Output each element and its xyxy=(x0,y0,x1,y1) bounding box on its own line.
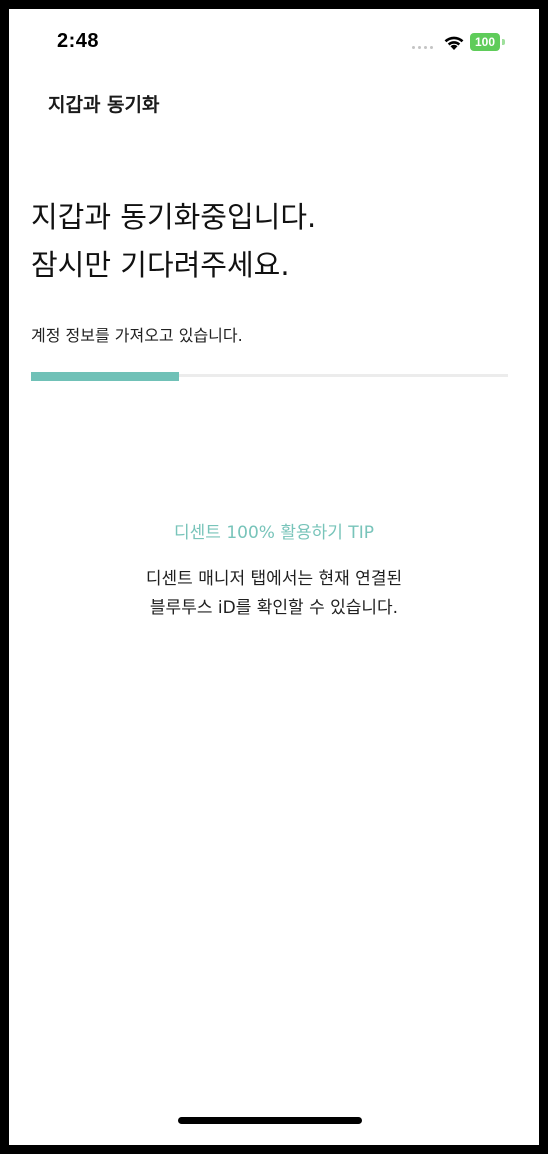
nav-title: 지갑과 동기화 xyxy=(48,94,160,116)
tip-title: 디센트 100% 활용하기 TIP xyxy=(174,523,374,543)
tip-line-1: 디센트 매니저 탭에서는 현재 연결된 xyxy=(145,569,403,589)
sync-status-text: 계정 정보를 가져오고 있습니다. xyxy=(31,326,243,345)
wifi-icon xyxy=(444,36,464,50)
cellular-signal-icon xyxy=(412,46,436,52)
tip-body: 디센트 매니저 탭에서는 현재 연결된 블루투스 iD를 확인할 수 있습니다. xyxy=(0,565,548,623)
battery-icon: 100 xyxy=(470,33,500,51)
headline-line-2: 잠시만 기다려주세요. xyxy=(31,248,290,282)
tip-line-2: 블루투스 iD를 확인할 수 있습니다. xyxy=(149,598,399,618)
home-indicator[interactable] xyxy=(178,1117,362,1124)
headline-line-1: 지갑과 동기화중입니다. xyxy=(31,200,317,234)
page-headline: 지갑과 동기화중입니다. 잠시만 기다려주세요. xyxy=(31,193,316,289)
status-time: 2:48 xyxy=(57,30,100,52)
progress-bar-fill xyxy=(31,372,179,381)
status-bar: 2:48 100 xyxy=(0,0,548,80)
battery-cap xyxy=(502,39,505,45)
